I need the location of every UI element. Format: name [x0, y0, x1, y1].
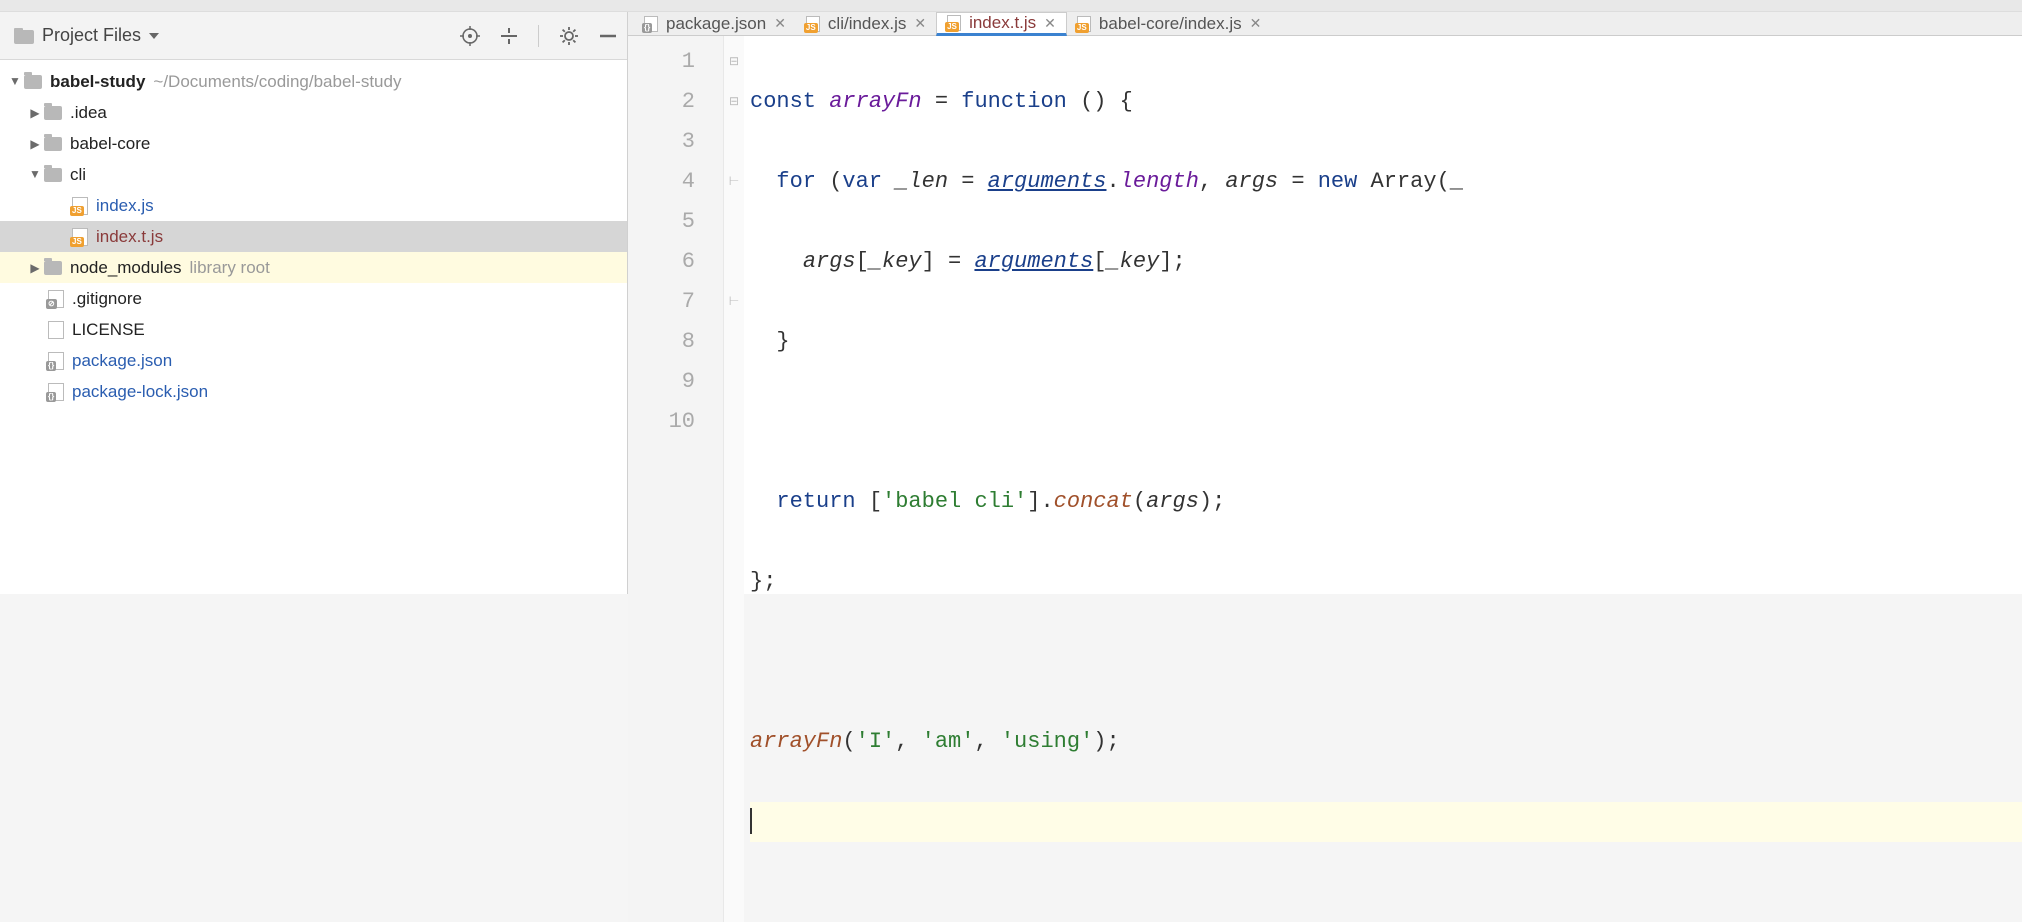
tree-folder-cli[interactable]: ▼ cli — [0, 159, 627, 190]
tab-package-json[interactable]: {} package.json ✕ — [634, 12, 796, 35]
file-icon: ⊘ — [48, 290, 64, 308]
line-number: 3 — [628, 122, 695, 162]
folder-icon — [44, 106, 62, 120]
line-number: 4 — [628, 162, 695, 202]
sidebar-actions — [460, 25, 617, 47]
chevron-right-icon[interactable]: ▶ — [28, 106, 42, 120]
tree-folder-babel-core[interactable]: ▶ babel-core — [0, 128, 627, 159]
fold-column: ⊟ ⊟ ⊢ ⊢ — [724, 36, 744, 922]
tab-bar: {} package.json ✕ JS cli/index.js ✕ JS i… — [628, 12, 2022, 36]
file-label: .gitignore — [72, 289, 142, 309]
tree-project-root[interactable]: ▼ babel-study ~/Documents/coding/babel-s… — [0, 66, 627, 97]
tree-file-package-lock[interactable]: {} package-lock.json — [0, 376, 627, 407]
project-sidebar: Project Files ▼ — [0, 12, 628, 594]
tree-folder-node-modules[interactable]: ▶ node_modules library root — [0, 252, 627, 283]
sidebar-header: Project Files — [0, 12, 627, 60]
project-tree: ▼ babel-study ~/Documents/coding/babel-s… — [0, 60, 627, 594]
line-gutter: 1 2 3 4 5 6 7 8 9 10 — [628, 36, 724, 922]
target-icon[interactable] — [460, 26, 480, 46]
js-file-icon: JS — [72, 197, 88, 215]
gear-icon[interactable] — [559, 26, 579, 46]
project-path: ~/Documents/coding/babel-study — [153, 72, 401, 92]
tree-folder-idea[interactable]: ▶ .idea — [0, 97, 627, 128]
code-content[interactable]: const arrayFn = function () { for (var _… — [744, 36, 2022, 922]
tab-label: babel-core/index.js — [1099, 14, 1242, 34]
tab-label: index.t.js — [969, 13, 1036, 33]
file-label: index.js — [96, 196, 154, 216]
project-name: babel-study — [50, 72, 145, 92]
collapse-icon[interactable] — [599, 27, 617, 45]
js-file-icon: JS — [72, 228, 88, 246]
folder-sublabel: library root — [190, 258, 270, 278]
line-number: 2 — [628, 82, 695, 122]
file-label: package-lock.json — [72, 382, 208, 402]
caret — [750, 808, 752, 834]
tab-index-t[interactable]: JS index.t.js ✕ — [936, 12, 1067, 36]
split-icon[interactable] — [500, 27, 518, 45]
chevron-right-icon[interactable]: ▶ — [28, 137, 42, 151]
close-icon[interactable]: ✕ — [1044, 15, 1056, 32]
code-area[interactable]: 1 2 3 4 5 6 7 8 9 10 ⊟ ⊟ ⊢ ⊢ con — [628, 36, 2022, 922]
json-file-icon: {} — [644, 16, 658, 32]
line-number: 9 — [628, 362, 695, 402]
file-icon — [48, 321, 64, 339]
editor-area: {} package.json ✕ JS cli/index.js ✕ JS i… — [628, 12, 2022, 594]
folder-icon — [44, 168, 62, 182]
line-number: 1 — [628, 42, 695, 82]
tree-file-package-json[interactable]: {} package.json — [0, 345, 627, 376]
json-file-icon: {} — [48, 352, 64, 370]
folder-label: cli — [70, 165, 86, 185]
folder-icon — [14, 28, 34, 44]
main-layout: Project Files ▼ — [0, 12, 2022, 594]
chevron-down-icon[interactable] — [149, 33, 159, 39]
chevron-right-icon[interactable]: ▶ — [28, 261, 42, 275]
top-strip — [0, 0, 2022, 12]
tree-file-cli-index[interactable]: JS index.js — [0, 190, 627, 221]
close-icon[interactable]: ✕ — [914, 15, 926, 32]
tab-cli-index[interactable]: JS cli/index.js ✕ — [796, 12, 936, 35]
file-label: package.json — [72, 351, 172, 371]
file-label: LICENSE — [72, 320, 145, 340]
json-file-icon: {} — [48, 383, 64, 401]
fold-marker[interactable]: ⊟ — [724, 82, 744, 122]
folder-label: node_modules — [70, 258, 182, 278]
fold-marker[interactable]: ⊟ — [724, 42, 744, 82]
close-icon[interactable]: ✕ — [774, 15, 786, 32]
line-number: 5 — [628, 202, 695, 242]
folder-label: babel-core — [70, 134, 150, 154]
line-number: 6 — [628, 242, 695, 282]
line-number: 7 — [628, 282, 695, 322]
folder-label: .idea — [70, 103, 107, 123]
tab-label: package.json — [666, 14, 766, 34]
file-label: index.t.js — [96, 227, 163, 247]
folder-icon — [44, 261, 62, 275]
js-file-icon: JS — [1077, 16, 1091, 32]
divider — [538, 25, 539, 47]
fold-end-marker[interactable]: ⊢ — [724, 162, 744, 202]
chevron-down-icon[interactable]: ▼ — [28, 167, 42, 181]
line-number: 8 — [628, 322, 695, 362]
js-file-icon: JS — [947, 15, 961, 31]
chevron-down-icon[interactable]: ▼ — [8, 74, 22, 88]
sidebar-title[interactable]: Project Files — [42, 25, 141, 46]
tree-file-license[interactable]: LICENSE — [0, 314, 627, 345]
folder-icon — [44, 137, 62, 151]
close-icon[interactable]: ✕ — [1250, 15, 1262, 32]
line-number: 10 — [628, 402, 695, 442]
tab-label: cli/index.js — [828, 14, 906, 34]
js-file-icon: JS — [806, 16, 820, 32]
tree-file-cli-index-t[interactable]: JS index.t.js — [0, 221, 627, 252]
tree-file-gitignore[interactable]: ⊘ .gitignore — [0, 283, 627, 314]
fold-end-marker[interactable]: ⊢ — [724, 282, 744, 322]
folder-icon — [24, 75, 42, 89]
tab-babel-core-index[interactable]: JS babel-core/index.js ✕ — [1067, 12, 1271, 35]
